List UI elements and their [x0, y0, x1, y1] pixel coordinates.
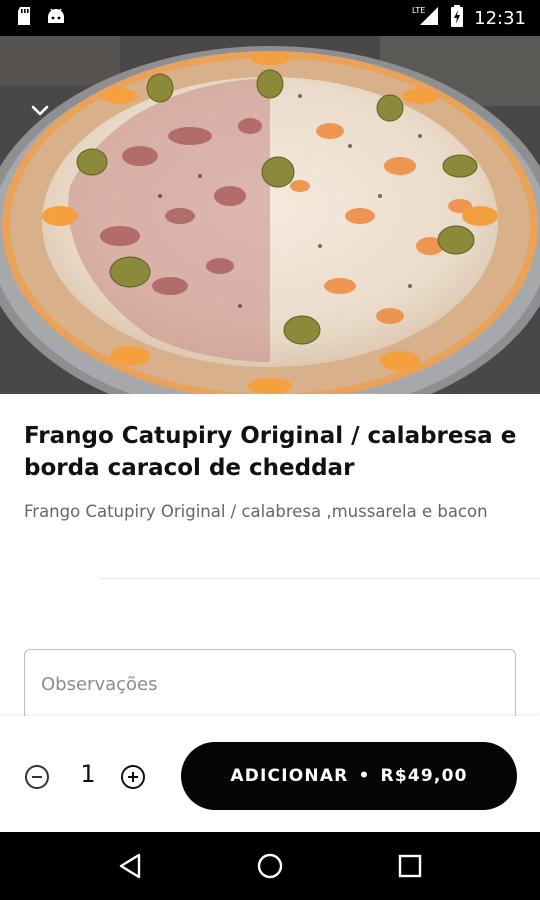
status-time: 12:31 — [474, 7, 526, 29]
home-icon — [257, 853, 283, 879]
chevron-down-icon — [31, 105, 49, 116]
nav-back-button[interactable] — [100, 836, 160, 896]
status-left — [16, 6, 66, 30]
recents-icon — [398, 854, 422, 878]
product-image — [0, 36, 540, 394]
product-title: Frango Catupiry Original / calabresa e b… — [24, 423, 517, 481]
back-icon — [119, 853, 141, 879]
add-to-cart-button[interactable]: ADICIONAR • R$49,00 — [181, 742, 517, 810]
nav-recents-button[interactable] — [380, 836, 440, 896]
order-bar: 1 ADICIONAR • R$49,00 — [0, 716, 540, 832]
notes-input[interactable] — [41, 674, 499, 695]
sd-card-icon — [16, 6, 32, 30]
android-icon — [46, 6, 66, 30]
increase-quantity-button[interactable] — [120, 764, 146, 790]
quantity-value: 1 — [80, 760, 96, 788]
signal-icon: LTE — [412, 5, 440, 31]
divider — [100, 578, 540, 579]
status-bar: LTE 12:31 — [0, 0, 540, 36]
add-button-price: R$49,00 — [380, 766, 468, 786]
status-right: LTE 12:31 — [412, 5, 526, 31]
add-button-separator: • — [358, 766, 371, 786]
pizza-illustration — [0, 36, 540, 394]
plus-circle-icon — [121, 765, 145, 789]
notes-field[interactable] — [24, 649, 516, 721]
battery-charging-icon — [450, 5, 464, 31]
decrease-quantity-button[interactable] — [24, 764, 50, 790]
minus-circle-icon — [25, 765, 49, 789]
add-button-label: ADICIONAR — [230, 766, 349, 786]
collapse-button[interactable] — [22, 96, 58, 126]
network-label: LTE — [412, 6, 425, 15]
nav-home-button[interactable] — [240, 836, 300, 896]
product-description: Frango Catupiry Original / calabresa ,mu… — [24, 502, 488, 521]
navigation-bar — [0, 832, 540, 900]
